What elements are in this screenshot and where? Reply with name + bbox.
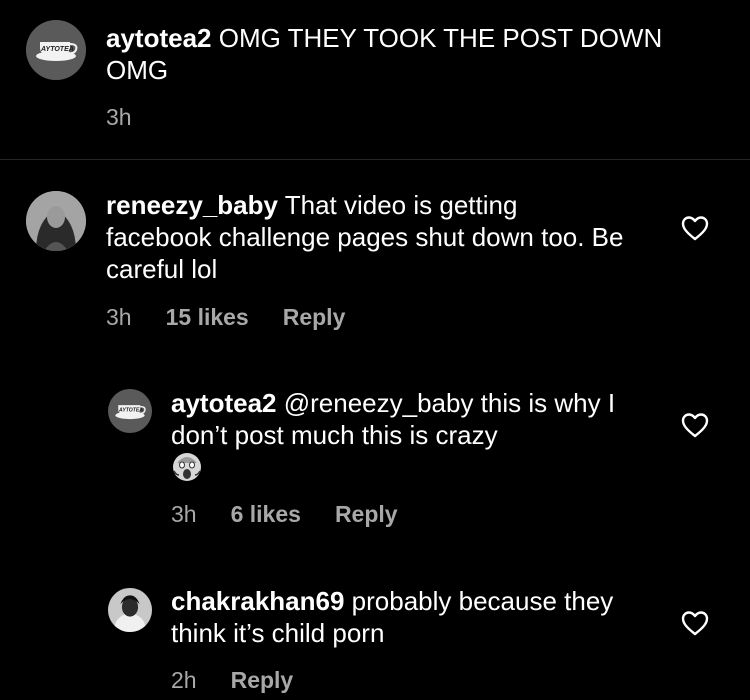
comment-text: chakrakhan69 probably because they think… [171,585,631,649]
teacup-logo-icon: AYTOTEA [108,389,152,433]
comment-text: aytotea2 OMG THEY TOOK THE POST DOWN OMG [106,22,716,86]
comment-meta: 2h Reply [171,667,293,694]
timestamp: 3h [171,501,197,527]
avatar[interactable] [108,588,152,632]
comment-reneezy-baby: reneezy_baby That video is getting faceb… [0,160,750,360]
comment-aytotea2-reply: AYTOTEA aytotea2 @reneezy_baby this is w… [0,360,750,560]
avatar[interactable] [26,191,86,251]
heart-icon[interactable] [681,610,709,636]
comment-meta: 3h 6 likes Reply [171,501,398,528]
avatar[interactable]: AYTOTEA [26,20,86,80]
timestamp: 3h [106,104,132,130]
username[interactable]: aytotea2 [171,388,277,418]
likes-count[interactable]: 6 likes [231,501,301,528]
logo-text: AYTOTEA [40,46,74,53]
comment-chakrakhan69: chakrakhan69 probably because they think… [0,560,750,700]
profile-photo-icon [26,191,86,251]
reply-button[interactable]: Reply [231,667,294,694]
logo-text: AYTOTEA [118,408,143,414]
timestamp: 2h [171,667,197,693]
likes-count[interactable]: 15 likes [166,304,249,331]
comment-meta: 3h 15 likes Reply [106,304,345,331]
username[interactable]: chakrakhan69 [171,586,344,616]
username[interactable]: reneezy_baby [106,190,278,220]
comment-aytotea2-caption: AYTOTEA aytotea2 OMG THEY TOOK THE POST … [0,0,750,160]
heart-icon[interactable] [681,412,709,438]
comment-text: aytotea2 @reneezy_baby this is why I don… [171,387,631,490]
avatar[interactable]: AYTOTEA [108,389,152,433]
heart-icon[interactable] [681,215,709,241]
comment-text: reneezy_baby That video is getting faceb… [106,189,626,285]
screaming-face-emoji-icon [171,451,203,490]
username[interactable]: aytotea2 [106,23,212,53]
timestamp: 3h [106,304,132,330]
comment-meta: 3h [106,104,166,131]
teacup-logo-icon: AYTOTEA [26,20,86,80]
reply-button[interactable]: Reply [335,501,398,528]
reply-button[interactable]: Reply [283,304,346,331]
profile-photo-icon [108,588,152,632]
